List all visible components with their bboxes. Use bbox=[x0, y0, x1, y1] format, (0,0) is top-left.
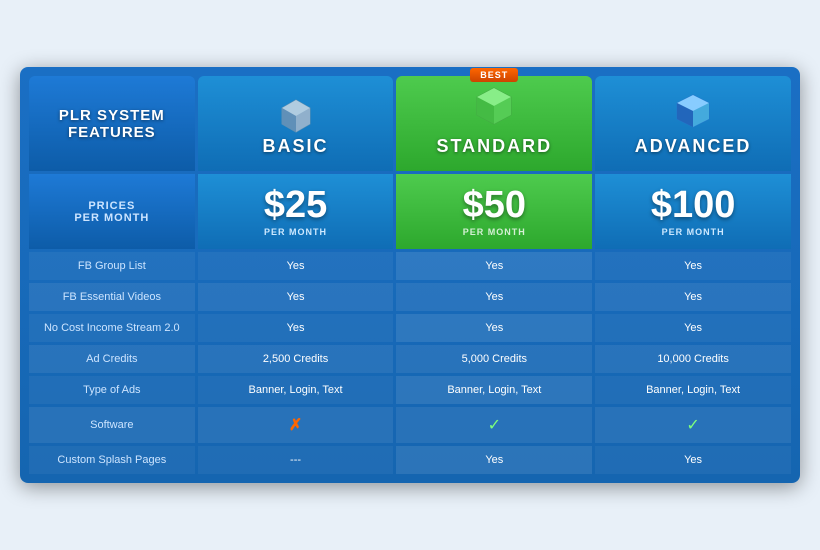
features-header: PLR SYSTEM FEATURES bbox=[29, 76, 195, 171]
basic-price: $25 bbox=[206, 186, 386, 224]
val-advanced: Yes bbox=[595, 314, 791, 342]
price-standard[interactable]: $50 PER MONTH bbox=[396, 174, 592, 249]
basic-icon bbox=[204, 96, 388, 136]
feature-label: Custom Splash Pages bbox=[29, 446, 195, 474]
val-advanced: 10,000 Credits bbox=[595, 345, 791, 373]
table-row: Software ✗ ✓ ✓ bbox=[29, 407, 791, 443]
check-icon: ✓ bbox=[686, 417, 699, 434]
val-standard: 5,000 Credits bbox=[396, 345, 592, 373]
price-label-line2: PER MONTH bbox=[74, 212, 149, 224]
val-advanced: Banner, Login, Text bbox=[595, 376, 791, 404]
advanced-period: PER MONTH bbox=[603, 227, 783, 237]
price-advanced[interactable]: $100 PER MONTH bbox=[595, 174, 791, 249]
val-advanced: Yes bbox=[595, 446, 791, 474]
standard-period: PER MONTH bbox=[404, 227, 584, 237]
price-label-line1: PRICES bbox=[88, 200, 135, 212]
val-standard: ✓ bbox=[396, 407, 592, 443]
val-standard: Banner, Login, Text bbox=[396, 376, 592, 404]
header-row: PLR SYSTEM FEATURES BASIC bbox=[29, 76, 791, 171]
plan-header-advanced[interactable]: ADVANCED bbox=[595, 76, 791, 171]
feature-label: Ad Credits bbox=[29, 345, 195, 373]
feature-label: FB Group List bbox=[29, 252, 195, 280]
val-basic: Yes bbox=[198, 314, 394, 342]
advanced-price: $100 bbox=[603, 186, 783, 224]
table-row: Type of AdsBanner, Login, TextBanner, Lo… bbox=[29, 376, 791, 404]
plan-header-basic[interactable]: BASIC bbox=[198, 76, 394, 171]
pricing-wrapper: PLR SYSTEM FEATURES BASIC bbox=[20, 67, 800, 483]
feature-label: Type of Ads bbox=[29, 376, 195, 404]
plan-header-standard[interactable]: BEST STANDARD bbox=[396, 76, 592, 171]
feature-label: Software bbox=[29, 407, 195, 443]
val-basic: Yes bbox=[198, 252, 394, 280]
val-standard: Yes bbox=[396, 283, 592, 311]
price-label: PRICES PER MONTH bbox=[29, 174, 195, 249]
price-basic[interactable]: $25 PER MONTH bbox=[198, 174, 394, 249]
standard-plan-name: STANDARD bbox=[402, 136, 586, 157]
basic-period: PER MONTH bbox=[206, 227, 386, 237]
val-basic: Banner, Login, Text bbox=[198, 376, 394, 404]
features-header-line1: PLR SYSTEM bbox=[59, 107, 165, 124]
table-row: No Cost Income Stream 2.0YesYesYes bbox=[29, 314, 791, 342]
check-icon: ✓ bbox=[488, 417, 501, 434]
table-row: Custom Splash Pages---YesYes bbox=[29, 446, 791, 474]
basic-plan-name: BASIC bbox=[204, 136, 388, 157]
val-standard: Yes bbox=[396, 446, 592, 474]
feature-label: FB Essential Videos bbox=[29, 283, 195, 311]
val-advanced: ✓ bbox=[595, 407, 791, 443]
feature-label: No Cost Income Stream 2.0 bbox=[29, 314, 195, 342]
val-advanced: Yes bbox=[595, 252, 791, 280]
pricing-table: PLR SYSTEM FEATURES BASIC bbox=[26, 73, 794, 477]
table-row: FB Group ListYesYesYes bbox=[29, 252, 791, 280]
cross-icon: ✗ bbox=[289, 417, 302, 434]
features-header-line2: FEATURES bbox=[68, 124, 156, 141]
advanced-plan-name: ADVANCED bbox=[601, 136, 785, 157]
advanced-icon bbox=[601, 92, 785, 136]
val-advanced: Yes bbox=[595, 283, 791, 311]
table-row: Ad Credits2,500 Credits5,000 Credits10,0… bbox=[29, 345, 791, 373]
val-basic: ✗ bbox=[198, 407, 394, 443]
val-standard: Yes bbox=[396, 252, 592, 280]
val-basic: Yes bbox=[198, 283, 394, 311]
val-basic: 2,500 Credits bbox=[198, 345, 394, 373]
standard-icon bbox=[402, 86, 586, 136]
val-standard: Yes bbox=[396, 314, 592, 342]
val-basic: --- bbox=[198, 446, 394, 474]
table-row: FB Essential VideosYesYesYes bbox=[29, 283, 791, 311]
price-row: PRICES PER MONTH $25 PER MONTH $50 PER M… bbox=[29, 174, 791, 249]
best-badge: BEST bbox=[470, 68, 518, 82]
standard-price: $50 bbox=[404, 186, 584, 224]
